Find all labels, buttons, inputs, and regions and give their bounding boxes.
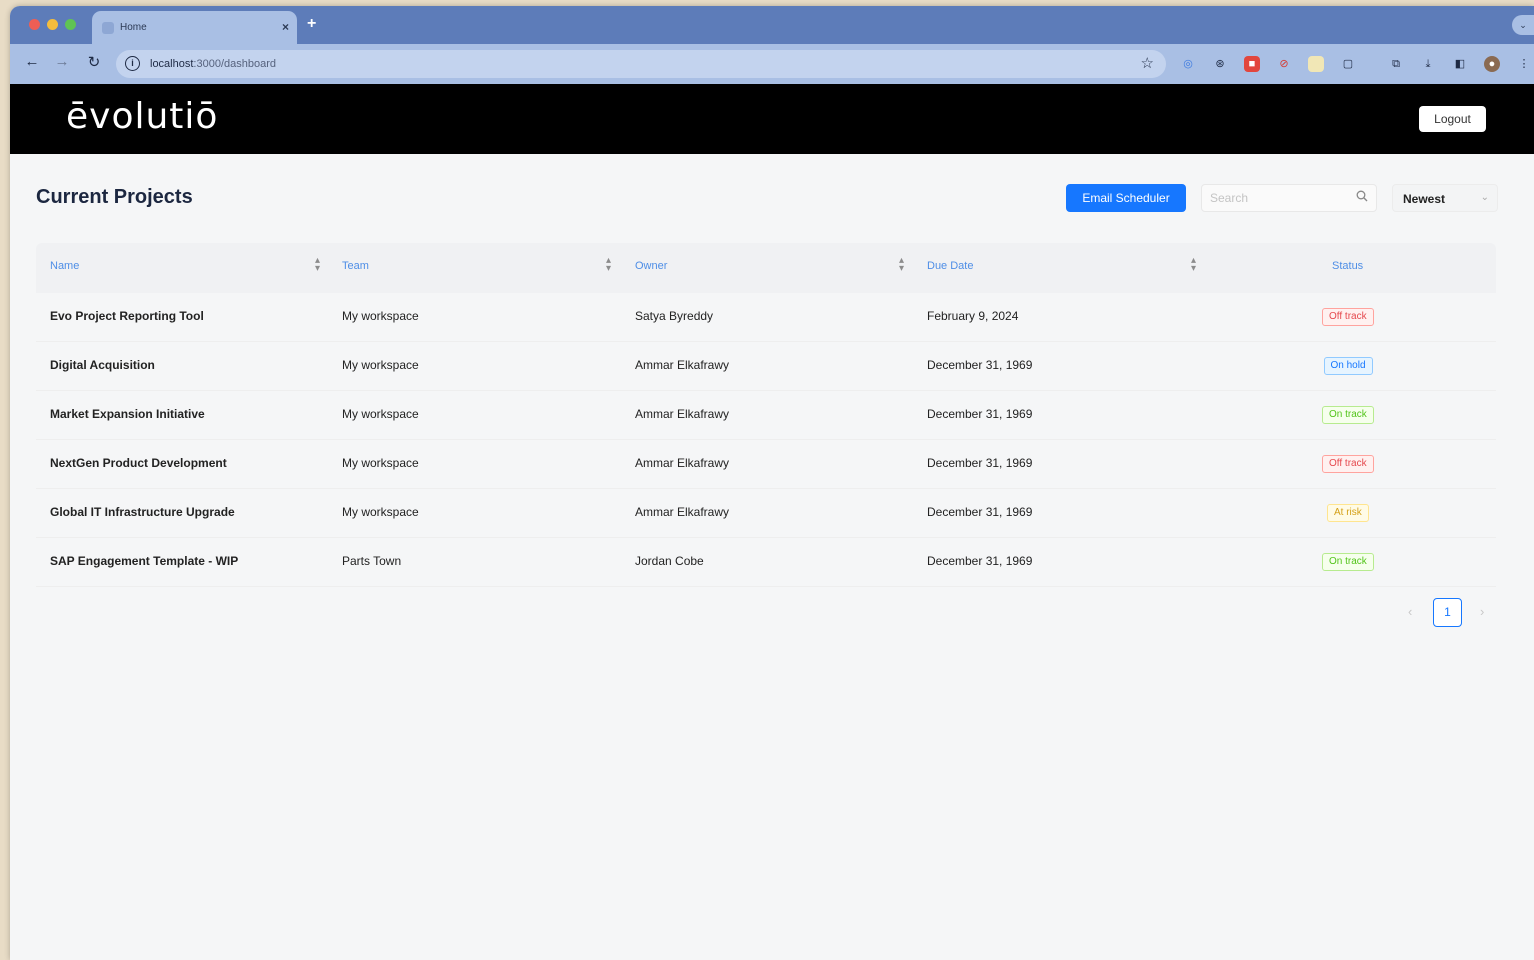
tab-close-icon[interactable]: × (282, 20, 289, 34)
status-badge: On track (1322, 406, 1374, 424)
minimize-window-button[interactable] (47, 19, 58, 30)
puzzle-icon[interactable]: ▢ (1340, 56, 1356, 72)
url-text[interactable]: localhost:3000/dashboard (150, 58, 276, 70)
chevron-down-icon: ⌄ (1480, 192, 1489, 203)
table-row[interactable]: Evo Project Reporting Tool My workspace Sa… (36, 293, 1496, 342)
project-team: My workspace (342, 358, 419, 372)
search-icon[interactable] (1356, 190, 1368, 202)
tab-search-icon[interactable]: ⌄ (1512, 15, 1534, 35)
sort-icon[interactable]: ▴ ▾ (315, 256, 320, 274)
search-input[interactable] (1210, 189, 1350, 207)
project-name[interactable]: SAP Engagement Template - WIP (50, 554, 238, 568)
next-page-icon[interactable]: › (1480, 604, 1484, 619)
tabs-icon[interactable]: ⧉ (1388, 56, 1404, 72)
project-due-date: December 31, 1969 (927, 407, 1033, 421)
status-badge: At risk (1327, 504, 1369, 522)
project-owner: Ammar Elkafrawy (635, 358, 730, 372)
sidepanel-icon[interactable]: ◧ (1452, 56, 1468, 72)
sort-value: Newest (1403, 192, 1446, 206)
status-badge: On track (1322, 553, 1374, 571)
tab-title: Home (120, 22, 147, 33)
browser-tab[interactable]: Home × (92, 11, 297, 44)
extension-icon[interactable]: ⊛ (1212, 56, 1228, 72)
project-team: Parts Town (342, 554, 402, 568)
projects-table: Name ▴ ▾ Team ▴ ▾ Owner ▴ ▾ Due Date ▴ ▾ Sta… (36, 243, 1496, 587)
table-header: Name ▴ ▾ Team ▴ ▾ Owner ▴ ▾ Due Date ▴ ▾ Sta… (36, 243, 1496, 293)
profile-icon[interactable]: ● (1484, 56, 1500, 72)
sort-icon[interactable]: ▴ ▾ (899, 256, 904, 274)
maximize-window-button[interactable] (65, 19, 76, 30)
sort-icon[interactable]: ▴ ▾ (1191, 256, 1196, 274)
pdf-icon[interactable]: ■ (1244, 56, 1260, 72)
project-team: My workspace (342, 309, 419, 323)
project-owner: Ammar Elkafrawy (635, 456, 730, 470)
forward-button[interactable]: → (52, 53, 72, 70)
project-owner: Satya Byreddy (635, 309, 714, 323)
project-due-date: December 31, 1969 (927, 358, 1033, 372)
favicon-icon (102, 22, 114, 34)
new-tab-button[interactable]: + (307, 15, 316, 33)
address-bar[interactable]: i localhost:3000/dashboard ☆ (116, 50, 1166, 78)
project-due-date: December 31, 1969 (927, 505, 1033, 519)
table-row[interactable]: Market Expansion Initiative My workspace A… (36, 391, 1496, 440)
project-team: My workspace (342, 505, 419, 519)
table-row[interactable]: Global IT Infrastructure Upgrade My works… (36, 489, 1496, 538)
download-icon[interactable]: ⤓ (1420, 56, 1436, 72)
project-owner: Jordan Cobe (635, 554, 704, 568)
logout-button[interactable]: Logout (1419, 106, 1486, 132)
table-row[interactable]: Digital Acquisition My workspace Ammar Elk… (36, 342, 1496, 391)
sort-select[interactable]: Newest ⌄ (1392, 184, 1498, 212)
pagination: ‹ 1 › (1398, 598, 1498, 628)
page-1-button[interactable]: 1 (1433, 598, 1462, 627)
project-name[interactable]: NextGen Product Development (50, 456, 227, 470)
project-due-date: December 31, 1969 (927, 554, 1033, 568)
column-header-name[interactable]: Name (50, 260, 79, 272)
project-name[interactable]: Global IT Infrastructure Upgrade (50, 505, 235, 519)
prev-page-icon[interactable]: ‹ (1408, 604, 1412, 619)
reload-button[interactable]: ↻ (84, 53, 104, 71)
translate-icon[interactable]: ◎ (1180, 56, 1196, 72)
email-scheduler-button[interactable]: Email Scheduler (1066, 184, 1186, 212)
stop-icon[interactable]: ⊘ (1276, 56, 1292, 72)
bookmark-star-icon[interactable]: ☆ (1141, 54, 1154, 72)
project-name[interactable]: Digital Acquisition (50, 358, 155, 372)
project-owner: Ammar Elkafrawy (635, 505, 730, 519)
status-badge: Off track (1322, 308, 1374, 326)
table-row[interactable]: SAP Engagement Template - WIP Parts Town J… (36, 538, 1496, 587)
note-icon[interactable] (1308, 56, 1324, 72)
project-team: My workspace (342, 456, 419, 470)
browser-toolbar: ← → ↻ i localhost:3000/dashboard ☆ ◎ ⊛ ■… (10, 44, 1534, 84)
close-window-button[interactable] (29, 19, 40, 30)
search-box[interactable] (1201, 184, 1377, 212)
menu-icon[interactable]: ⋮ (1516, 56, 1532, 72)
project-owner: Ammar Elkafrawy (635, 407, 730, 421)
project-due-date: February 9, 2024 (927, 309, 1019, 323)
column-header-status[interactable]: Status (1332, 260, 1363, 272)
status-badge: Off track (1322, 455, 1374, 473)
site-info-icon[interactable]: i (125, 56, 140, 71)
column-header-owner[interactable]: Owner (635, 260, 667, 272)
status-badge: On hold (1323, 357, 1373, 375)
column-header-team[interactable]: Team (342, 260, 369, 272)
table-row[interactable]: NextGen Product Development My workspace A… (36, 440, 1496, 489)
tab-strip: Home × + ⌄ (10, 6, 1534, 44)
sort-icon[interactable]: ▴ ▾ (606, 256, 611, 274)
project-name[interactable]: Evo Project Reporting Tool (50, 309, 204, 323)
column-header-due-date[interactable]: Due Date (927, 260, 973, 272)
back-button[interactable]: ← (22, 53, 42, 70)
project-name[interactable]: Market Expansion Initiative (50, 407, 205, 421)
project-due-date: December 31, 1969 (927, 456, 1033, 470)
page-title: Current Projects (36, 186, 193, 208)
table-body: Evo Project Reporting Tool My workspace Sa… (36, 293, 1496, 587)
project-team: My workspace (342, 407, 419, 421)
evolutio-logo[interactable]: ēvolutiō (66, 96, 218, 137)
app-header: ēvolutiō Logout (10, 84, 1534, 154)
